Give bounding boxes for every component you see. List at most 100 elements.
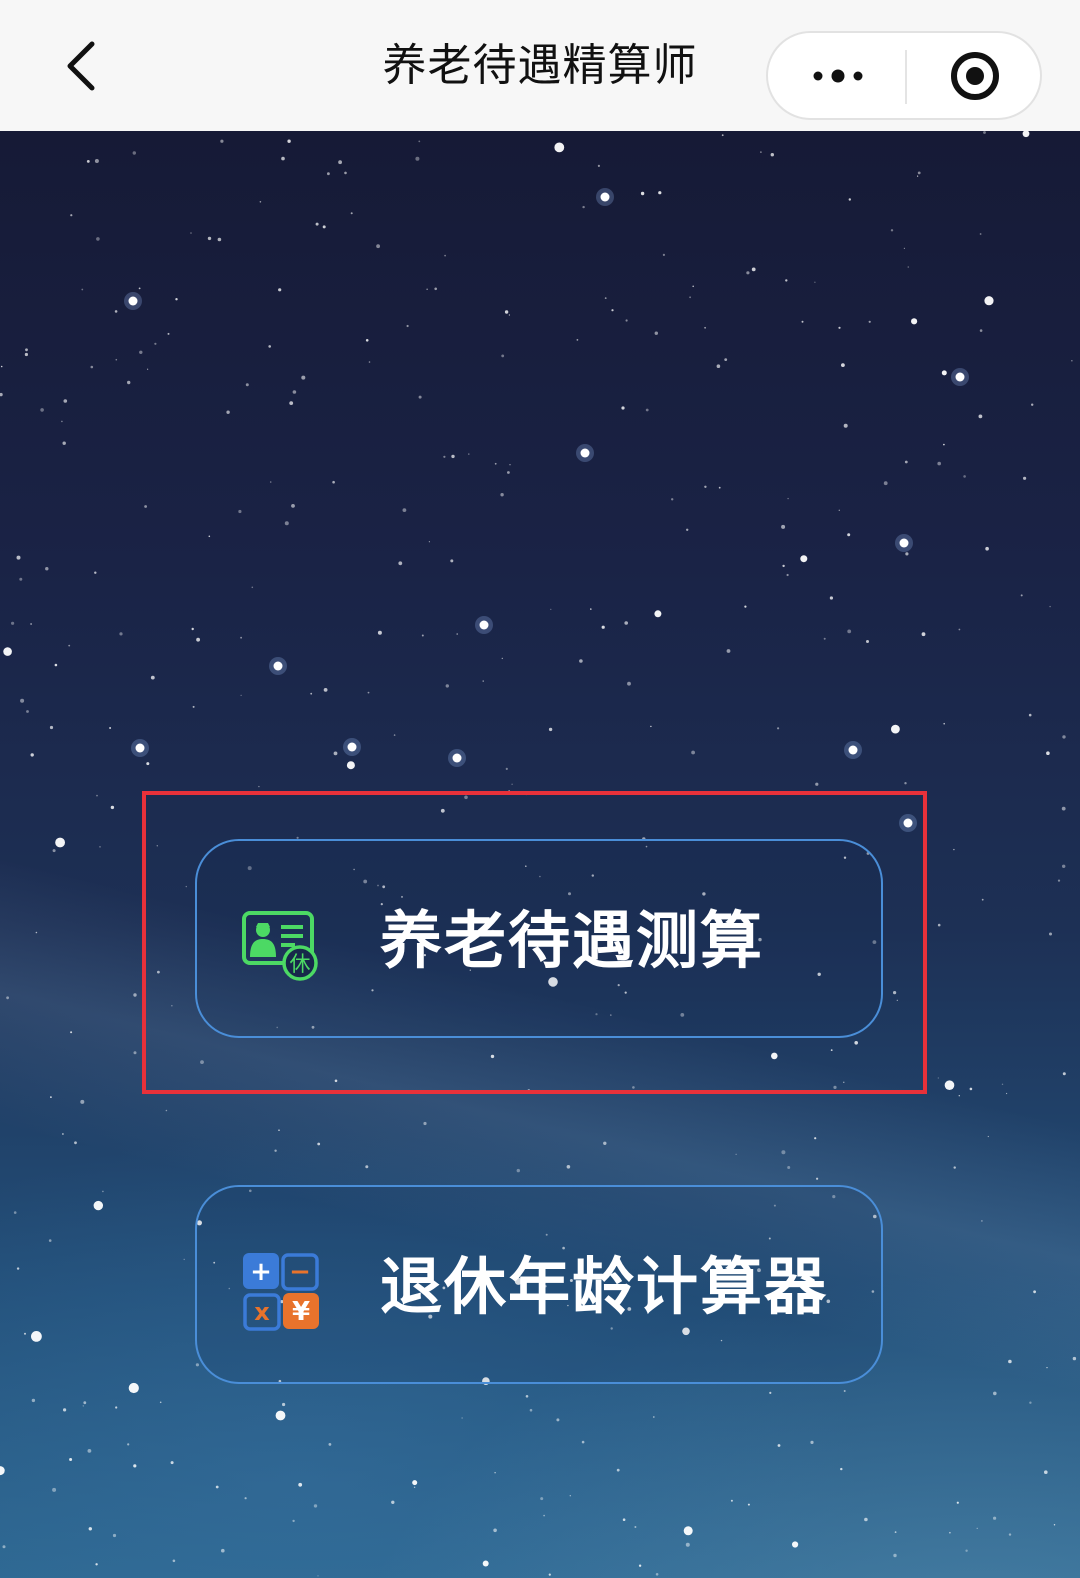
star (987, 1135, 989, 1138)
star (1072, 1356, 1077, 1361)
star (718, 486, 721, 489)
star (829, 596, 834, 600)
star (0, 365, 3, 368)
star (25, 348, 28, 352)
star (941, 370, 947, 376)
star (94, 159, 99, 163)
pension-calculation-button[interactable]: 休 养老待遇测算 (195, 839, 883, 1038)
star (146, 762, 150, 766)
star (848, 198, 851, 201)
calculator-times-key: x (254, 1298, 270, 1326)
star (139, 350, 143, 354)
star (645, 408, 649, 412)
more-button[interactable] (780, 43, 896, 109)
star (102, 1190, 104, 1193)
star (133, 993, 137, 997)
star (428, 541, 430, 543)
star (721, 134, 724, 137)
star (208, 535, 211, 538)
star (451, 454, 455, 459)
star (322, 225, 326, 229)
star (597, 164, 601, 167)
star (418, 140, 421, 143)
star (365, 1165, 369, 1169)
star (566, 1165, 571, 1169)
star (894, 1531, 897, 1533)
star (540, 1497, 544, 1501)
star (207, 236, 212, 241)
star (426, 288, 428, 290)
star (1008, 1533, 1012, 1536)
star (217, 237, 222, 242)
star (983, 131, 986, 134)
star (258, 785, 260, 788)
star (86, 160, 90, 163)
retirement-age-calculator-button[interactable]: + − x ¥ 退休年龄计算器 (195, 1185, 883, 1384)
star (13, 1211, 17, 1214)
star (99, 846, 101, 848)
star (273, 661, 283, 671)
star (965, 1549, 968, 1552)
pension-calculation-label: 养老待遇测算 (380, 904, 765, 977)
star (529, 1408, 533, 1412)
star (119, 632, 123, 636)
star (847, 629, 852, 634)
star (87, 1449, 92, 1453)
star (956, 1501, 959, 1504)
star (662, 253, 666, 256)
star (937, 461, 941, 466)
star (423, 1121, 427, 1126)
star (841, 363, 845, 367)
star (332, 480, 335, 484)
star (338, 160, 342, 165)
star (347, 742, 357, 752)
star (868, 320, 871, 323)
star (128, 296, 138, 306)
star (985, 546, 989, 551)
star (49, 725, 54, 730)
star (781, 524, 786, 529)
star (310, 692, 313, 695)
star (170, 1461, 174, 1465)
star (3, 647, 12, 656)
star (26, 710, 29, 713)
star (904, 460, 908, 464)
star (482, 680, 484, 682)
star (52, 1487, 57, 1492)
star (787, 497, 789, 500)
star (953, 848, 955, 851)
star (801, 320, 804, 323)
star (1049, 932, 1052, 936)
star (751, 267, 756, 272)
star (63, 1408, 67, 1412)
star (747, 1503, 750, 1506)
star (658, 191, 662, 195)
star (278, 288, 282, 292)
star (963, 475, 966, 478)
star (88, 1527, 93, 1531)
star (1031, 403, 1034, 406)
star (391, 1500, 395, 1505)
star (315, 222, 319, 226)
star (621, 406, 625, 410)
star (955, 372, 965, 382)
star (692, 285, 694, 288)
star (418, 395, 422, 399)
star (368, 361, 371, 363)
star (1044, 1470, 1048, 1474)
navigation-bar: 养老待遇精算师 (0, 0, 1080, 131)
star (376, 244, 380, 249)
star (80, 1099, 85, 1104)
star (468, 453, 470, 455)
star (413, 1486, 416, 1489)
star (724, 358, 728, 361)
star (685, 1542, 690, 1547)
calculator-yuan-key: ¥ (292, 1297, 310, 1327)
star (259, 201, 262, 203)
close-mini-program-button[interactable] (918, 43, 1032, 109)
star (2, 1545, 6, 1549)
star (275, 1410, 286, 1421)
star (953, 1166, 956, 1169)
star (19, 577, 23, 581)
star (604, 297, 607, 299)
